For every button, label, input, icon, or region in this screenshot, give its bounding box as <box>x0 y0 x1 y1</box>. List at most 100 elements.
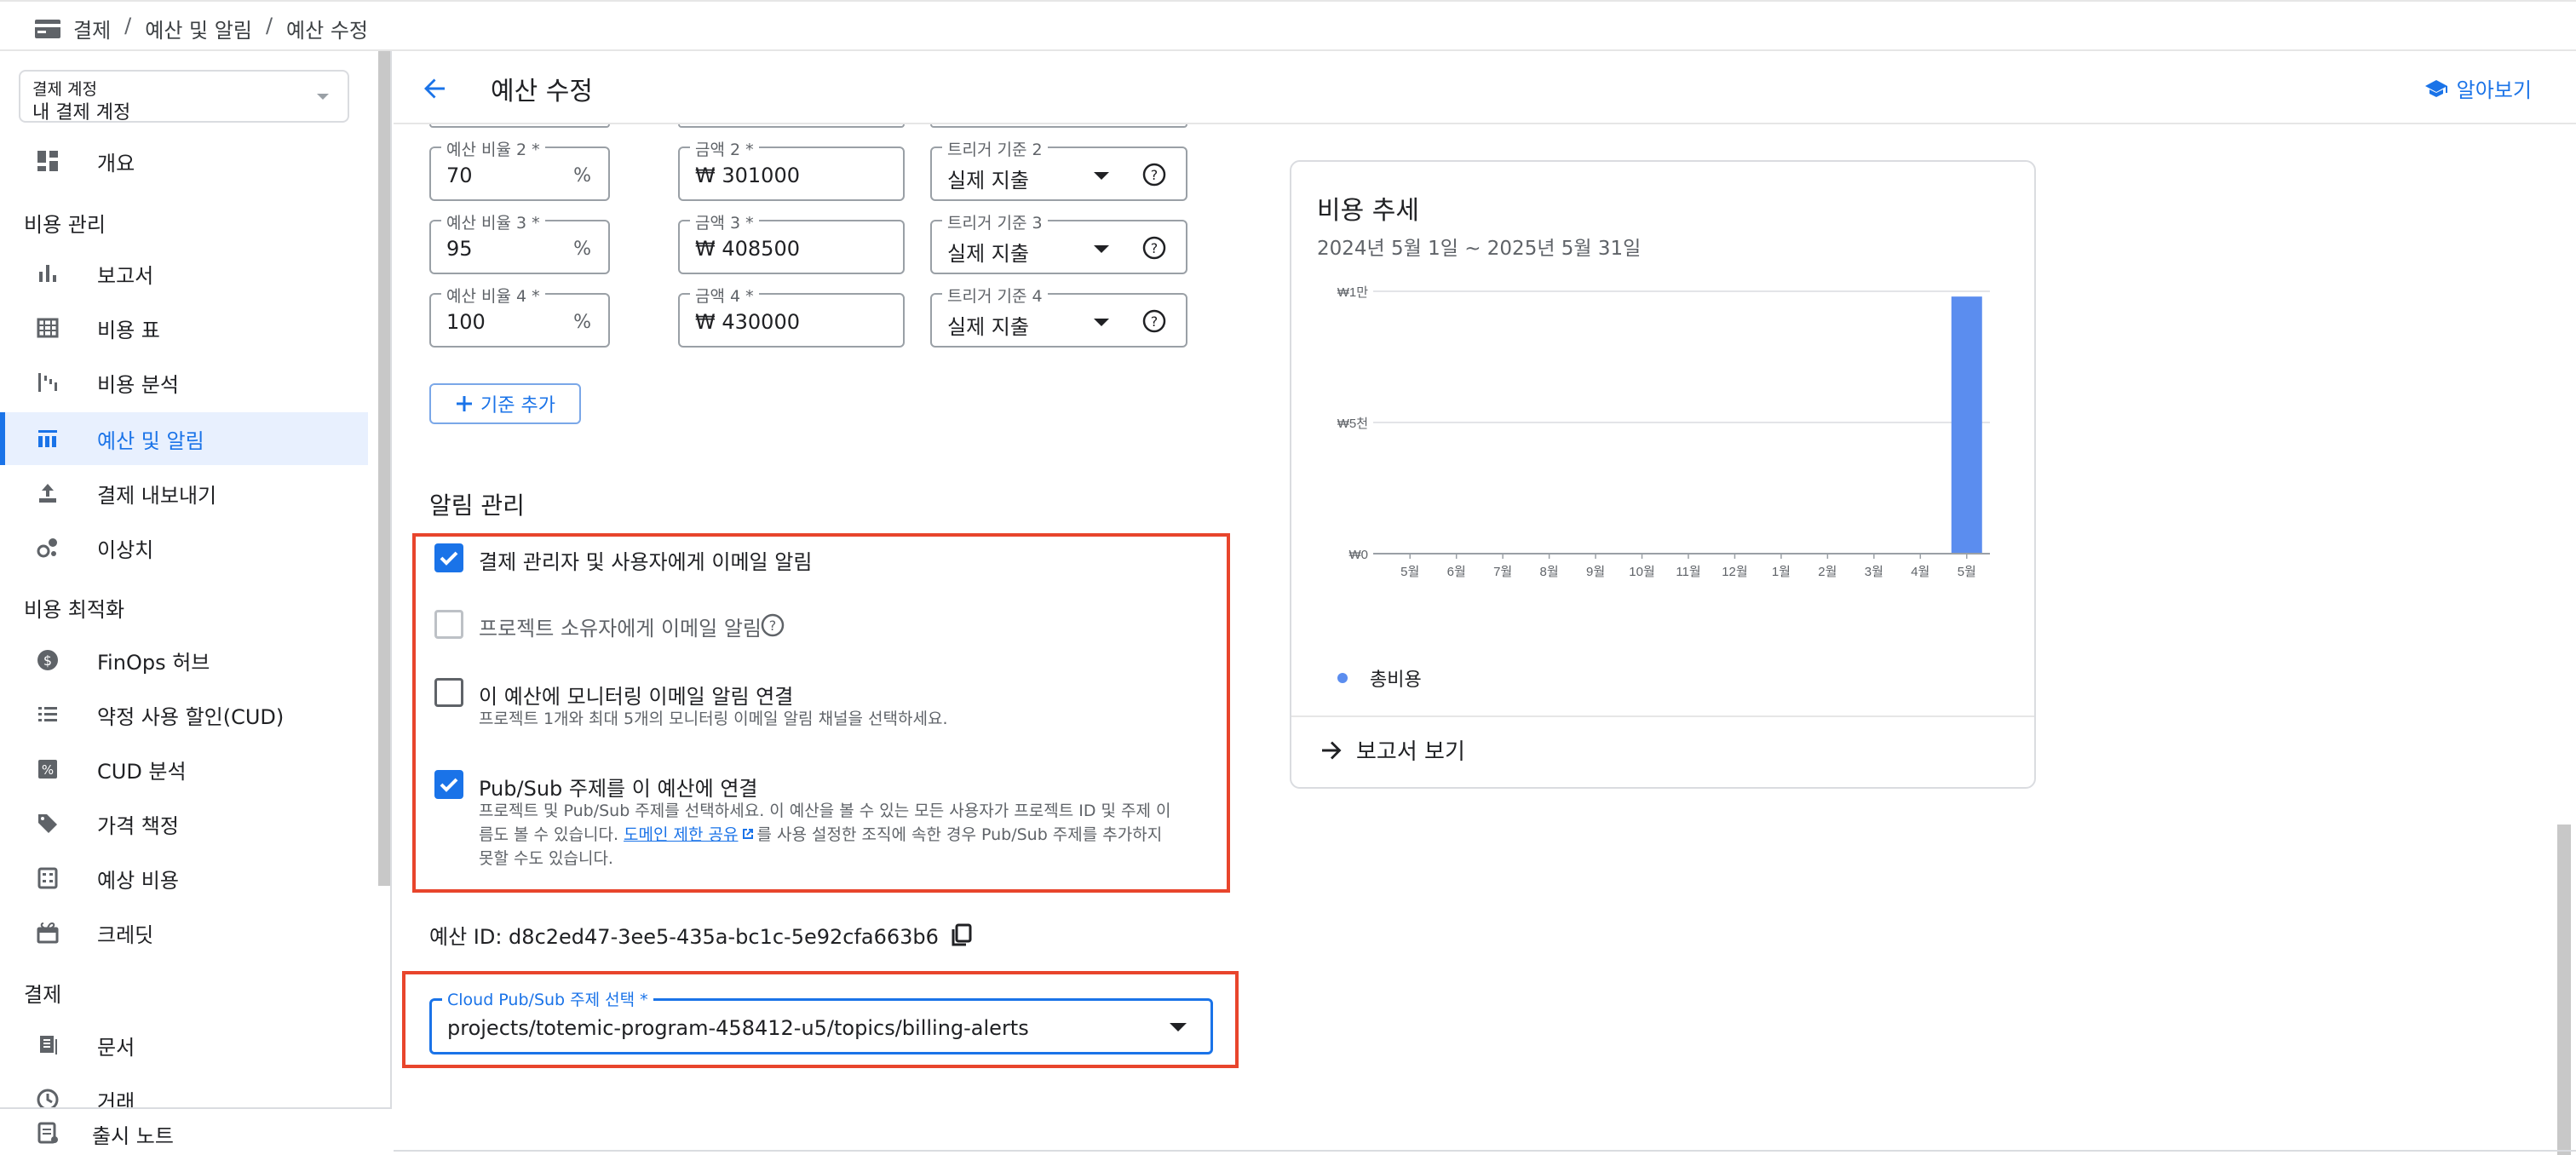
cost-trend-chart: ₩0 ₩5천 ₩1만 5월 6월 7월 8월 9월 10월 11월 12월 1월 2월 3월 4월 5월 <box>1337 285 1990 579</box>
field-label: 금액 4 * <box>690 284 759 307</box>
sidebar-item-credits[interactable]: 크레딧 <box>0 906 368 959</box>
billing-icon <box>35 20 60 38</box>
add-threshold-button[interactable]: 기준 추가 <box>429 383 581 424</box>
x-tick-label: 9월 <box>1586 565 1605 579</box>
legend-label: 총비용 <box>1370 669 1422 691</box>
field-label: 예산 비율 3 * <box>441 210 545 233</box>
sidebar-item-reports[interactable]: 보고서 <box>0 247 368 300</box>
trigger-2-select[interactable]: 트리거 기준 2 실제 지출 ? <box>930 137 1187 201</box>
x-tick-label: 12월 <box>1722 565 1747 579</box>
main-scrollbar[interactable] <box>2557 825 2571 1155</box>
card-subtitle: 2024년 5월 1일 ~ 2025년 5월 31일 <box>1317 238 1642 260</box>
sidebar-item-cost-analysis[interactable]: 비용 분석 <box>0 356 368 409</box>
checkbox-description: 프로젝트 및 Pub/Sub 주제를 선택하세요. 이 예산을 볼 수 있는 모… <box>479 799 1211 871</box>
amount-2-field[interactable]: 금액 2 * ₩ 301000 <box>678 137 905 201</box>
trigger-3-select[interactable]: 트리거 기준 3 실제 지출 ? <box>930 210 1187 274</box>
release-notes-link[interactable]: 출시 노트 <box>92 1119 174 1149</box>
description-text: 름도 볼 수 있습니다. <box>479 825 624 844</box>
sidebar-item-cud-analysis[interactable]: % CUD 분석 <box>0 743 368 796</box>
list-icon <box>38 707 57 721</box>
description-line: 못할 수도 있습니다. <box>479 849 613 868</box>
checkbox-label: 프로젝트 소유자에게 이메일 알림 <box>479 617 762 641</box>
arrow-back-icon[interactable] <box>419 73 450 104</box>
budget-percent-4-field[interactable]: 예산 비율 4 * 100 % <box>429 284 610 348</box>
help-icon[interactable]: ? <box>1141 308 1167 334</box>
dropdown-arrow-icon <box>1094 319 1109 326</box>
percent-suffix: % <box>573 238 591 260</box>
checkbox-checked[interactable] <box>434 770 463 799</box>
field-label: 예산 비율 4 * <box>441 284 545 307</box>
amount-4-field[interactable]: 금액 4 * ₩ 430000 <box>678 284 905 348</box>
account-label: 결제 계정 <box>32 80 97 99</box>
field-value: 100 <box>446 310 486 334</box>
field-label: 금액 3 * <box>690 210 759 233</box>
account-value: 내 결제 계정 <box>32 102 131 124</box>
sidebar-item-finops[interactable]: $ FinOps 허브 <box>0 634 368 687</box>
sidebar-item-cost-table[interactable]: 비용 표 <box>0 302 368 354</box>
budget-percent-2-field[interactable]: 예산 비율 2 * 70 % <box>429 137 610 201</box>
breadcrumb-separator: / <box>265 14 273 37</box>
sidebar-item-documents[interactable]: 문서 <box>0 1019 368 1072</box>
field-label: 트리거 기준 2 <box>942 137 1048 160</box>
domain-restricted-sharing-link[interactable]: 도메인 제한 공유 <box>624 825 738 844</box>
sidebar-item-label: 비용 분석 <box>97 372 179 397</box>
trigger-4-select[interactable]: 트리거 기준 4 실제 지출 ? <box>930 284 1187 348</box>
sidebar-item-pricing[interactable]: 가격 책정 <box>0 797 368 850</box>
checkbox-checked[interactable] <box>434 543 463 572</box>
breadcrumb-item-billing[interactable]: 결제 <box>73 14 111 43</box>
billing-account-selector[interactable]: 결제 계정 내 결제 계정 <box>19 70 349 124</box>
x-tick-label: 6월 <box>1447 565 1466 579</box>
dollar-circle-icon: $ <box>37 650 58 670</box>
nav-section-cost: 비용 관리 <box>24 213 106 237</box>
sidebar-item-forecast[interactable]: 예상 비용 <box>0 852 368 905</box>
sidebar-item-export[interactable]: 결제 내보내기 <box>0 467 368 520</box>
bar[interactable] <box>1951 296 1982 554</box>
field-value: 실제 지출 <box>947 315 1029 339</box>
budget-percent-3-field[interactable]: 예산 비율 3 * 95 % <box>429 210 610 274</box>
pubsub-topic-select[interactable]: Cloud Pub/Sub 주제 선택 * projects/totemic-p… <box>429 987 1213 1054</box>
y-tick-label: ₩1만 <box>1337 285 1369 300</box>
threshold-row-1-trigger-clipped <box>930 124 1187 128</box>
page-header: 예산 수정 알아보기 <box>394 51 2576 124</box>
release-notes-icon <box>37 1122 58 1144</box>
field-value: 실제 지출 <box>947 169 1029 192</box>
amount-3-field[interactable]: 금액 3 * ₩ 408500 <box>678 210 905 274</box>
sidebar-item-cud[interactable]: 약정 사용 할인(CUD) <box>0 688 368 741</box>
x-tick-label: 4월 <box>1911 565 1929 579</box>
copy-icon[interactable] <box>951 923 973 947</box>
checkbox-unchecked[interactable] <box>434 610 463 639</box>
dropdown-arrow-icon <box>1094 245 1109 253</box>
field-value: 70 <box>446 164 473 187</box>
sidebar-item-overview[interactable]: 개요 <box>0 135 368 187</box>
sidebar-item-label: 문서 <box>97 1035 135 1060</box>
bar-chart-icon <box>39 265 56 282</box>
sidebar-item-label: 크레딧 <box>97 922 154 947</box>
help-icon[interactable]: ? <box>1141 235 1167 261</box>
learn-more-button[interactable]: 알아보기 <box>2424 73 2532 103</box>
sidebar-item-label: 개요 <box>97 151 135 175</box>
arrow-forward-icon <box>1322 741 1342 759</box>
sidebar-item-label: 비용 표 <box>97 318 160 342</box>
sidebar-item-budgets[interactable]: 예산 및 알림 <box>0 412 368 465</box>
calculator-icon <box>37 867 58 889</box>
x-tick-label: 3월 <box>1865 565 1883 579</box>
checkbox-unchecked[interactable] <box>434 678 463 707</box>
field-value: ₩ 408500 <box>695 237 800 261</box>
x-tick-label: 5월 <box>1958 565 1976 579</box>
threshold-row-1-amount-clipped <box>678 124 905 128</box>
help-icon[interactable]: ? <box>1141 162 1167 187</box>
help-icon[interactable]: ? <box>760 612 785 638</box>
breadcrumb-item-budgets[interactable]: 예산 및 알림 <box>145 14 252 43</box>
sidebar-scrollbar[interactable] <box>378 51 390 886</box>
field-value: ₩ 430000 <box>695 310 800 334</box>
field-label: 트리거 기준 4 <box>942 284 1048 307</box>
sidebar-item-label: 보고서 <box>97 263 154 288</box>
view-report-link[interactable]: 보고서 보기 <box>1319 734 1465 766</box>
card-divider <box>1291 715 2034 717</box>
sidebar-footer: 출시 노트 <box>0 1107 392 1155</box>
upload-icon <box>39 484 56 503</box>
field-value: 실제 지출 <box>947 242 1029 266</box>
check-icon <box>440 551 458 566</box>
checkbox-label: 결제 관리자 및 사용자에게 이메일 알림 <box>479 550 813 574</box>
sidebar-item-anomalies[interactable]: 이상치 <box>0 521 368 574</box>
